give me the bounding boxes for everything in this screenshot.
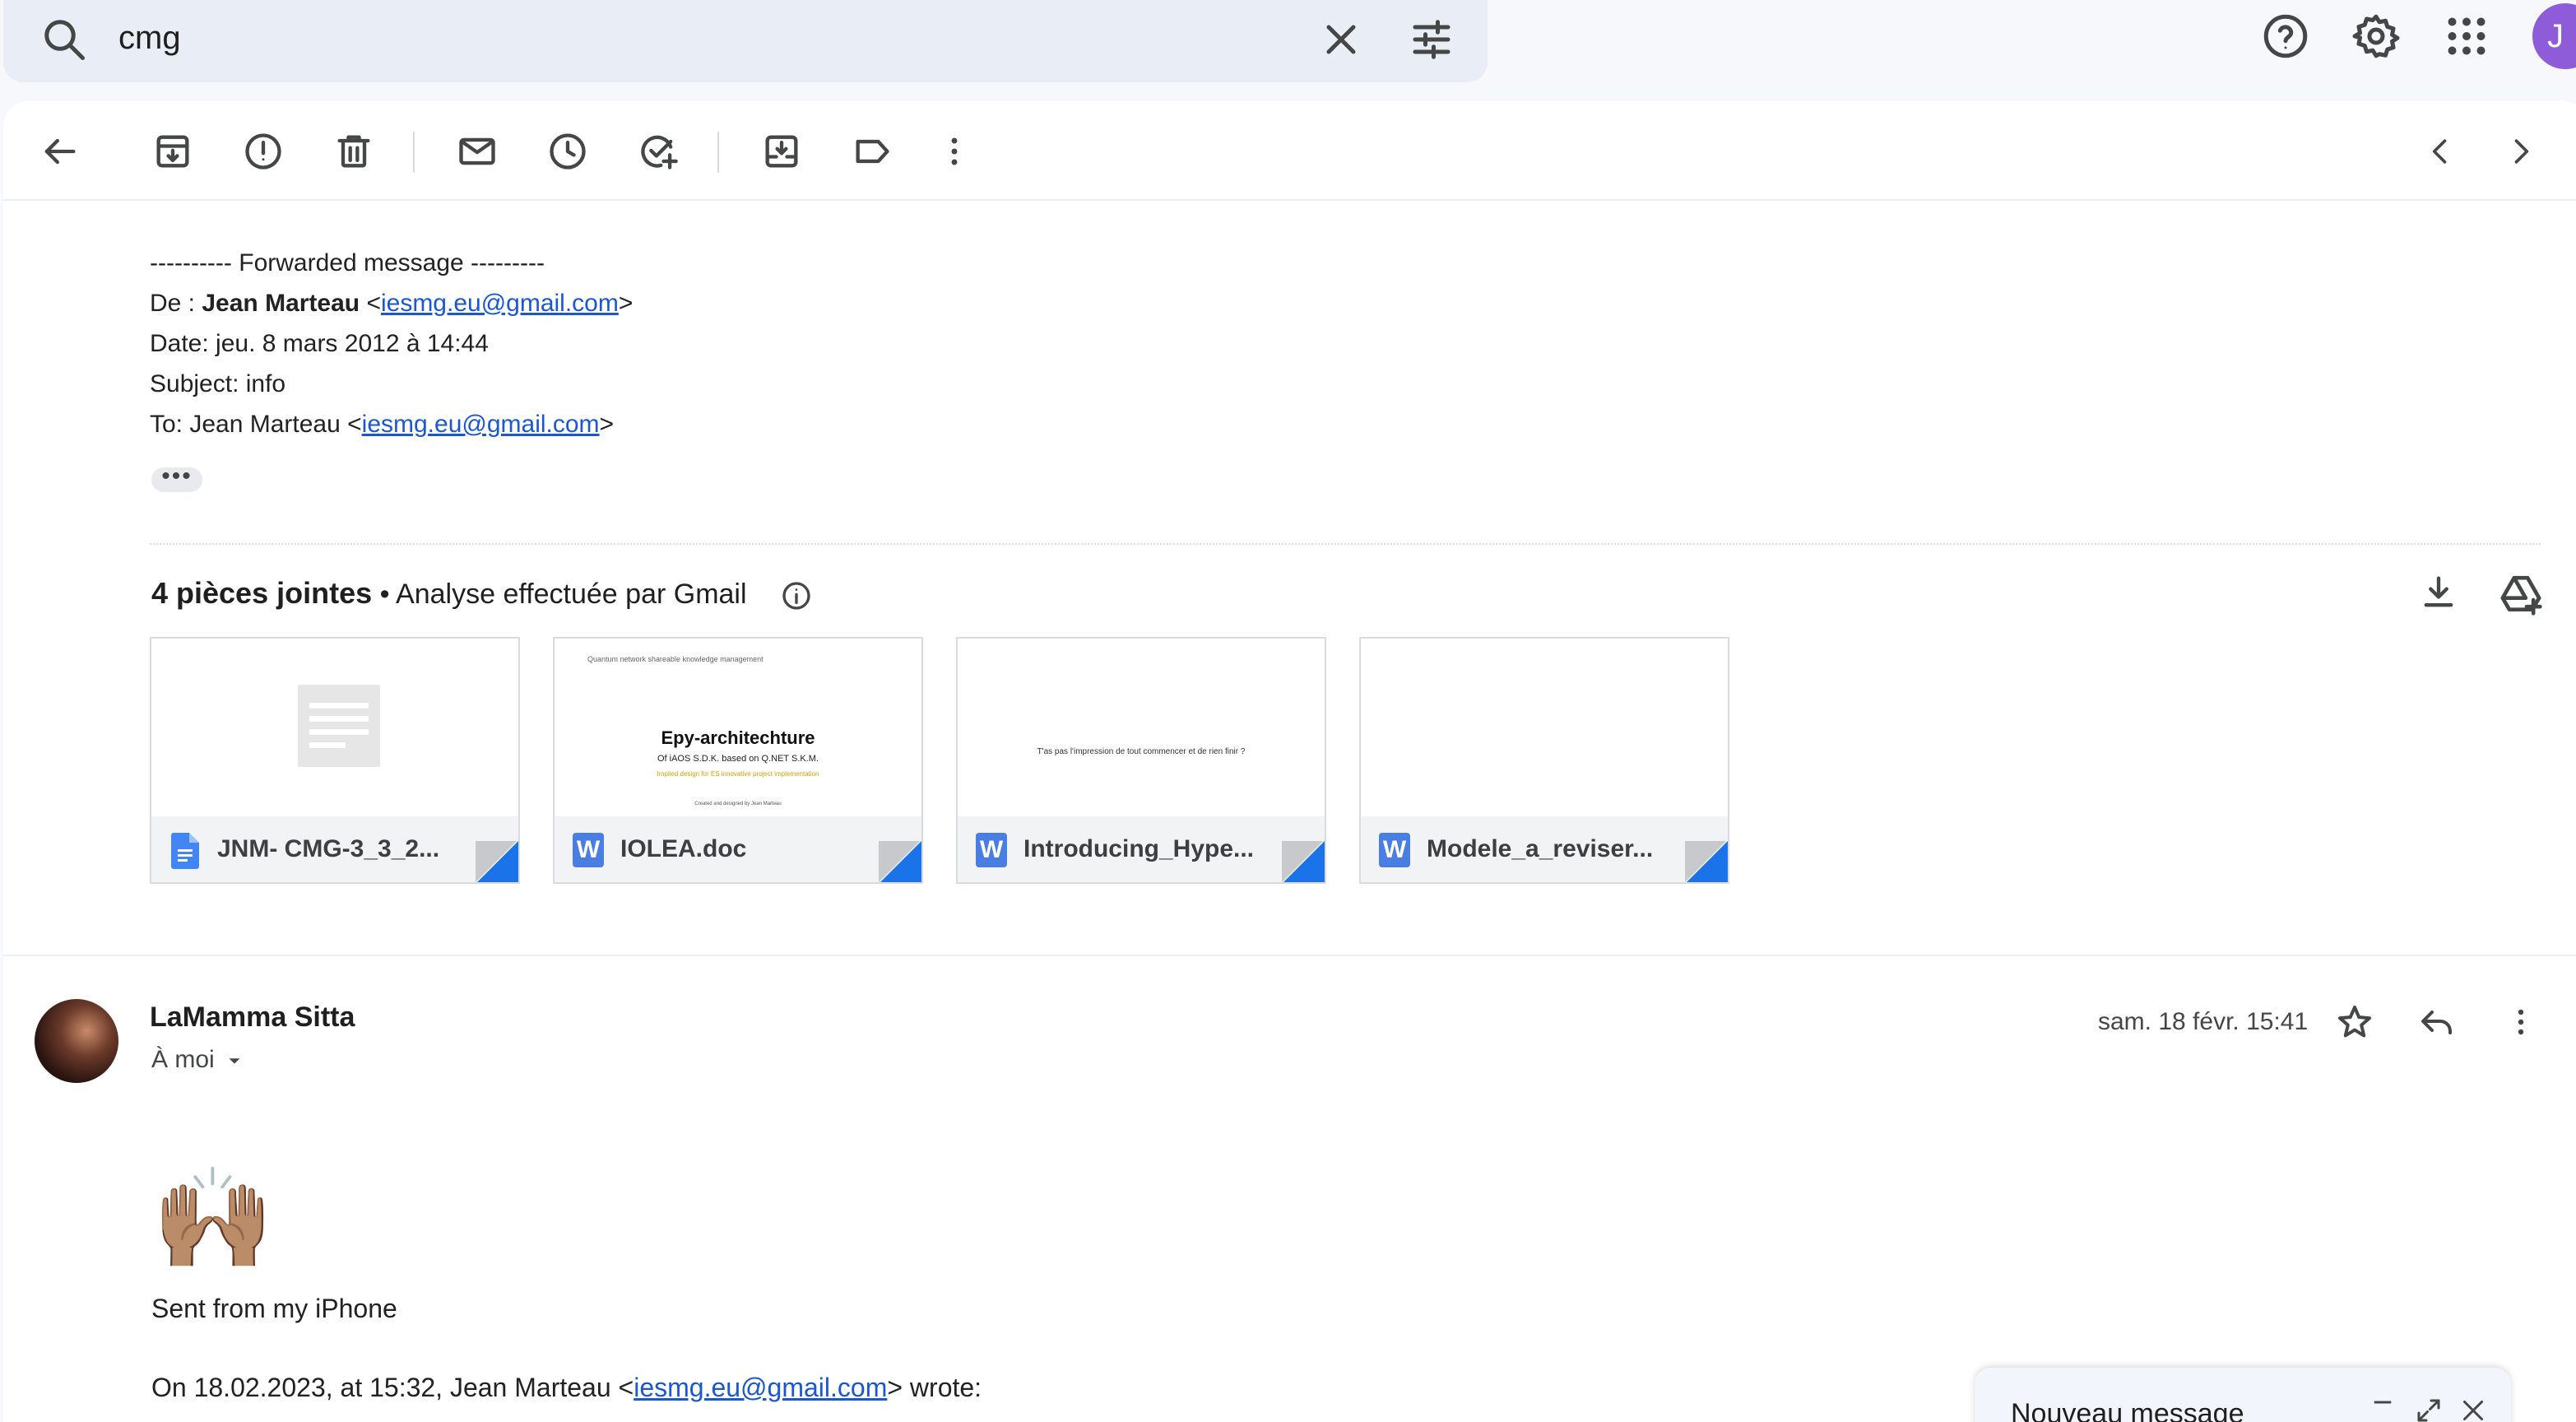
- compose-title[interactable]: Nouveau message: [2011, 1396, 2244, 1422]
- message-divider: [3, 955, 2576, 956]
- search-icon[interactable]: [39, 15, 89, 64]
- forwarded-to: To: Jean Marteau <iesmg.eu@gmail.com>: [150, 411, 615, 438]
- page-corner-icon: [1282, 841, 1325, 882]
- attachment-name: IOLEA.doc: [620, 835, 747, 862]
- attachment-name: Modele_a_reviser...: [1427, 835, 1654, 862]
- search-input[interactable]: cmg: [118, 15, 181, 61]
- previous-chevron-icon[interactable]: [2422, 133, 2458, 170]
- quote-email-link[interactable]: iesmg.eu@gmail.com: [634, 1373, 887, 1402]
- sender-name[interactable]: LaMamma Sitta: [150, 999, 355, 1035]
- clear-search-icon[interactable]: [1316, 15, 1366, 64]
- google-doc-icon: [171, 833, 199, 869]
- attachments-header: 4 pièces jointes • Analyse effectuée par…: [151, 576, 747, 610]
- download-all-icon[interactable]: [2417, 571, 2460, 614]
- account-avatar[interactable]: J: [2532, 3, 2576, 69]
- toolbar-divider-line: [3, 199, 2576, 201]
- minimize-icon[interactable]: [2368, 1392, 2397, 1422]
- archive-icon[interactable]: [151, 130, 194, 173]
- star-icon[interactable]: [2335, 1002, 2374, 1042]
- toolbar-divider: [413, 132, 415, 173]
- attachment-card-3[interactable]: T'as pas l'impression de tout commencer …: [956, 637, 1326, 884]
- apps-grid-icon[interactable]: [2442, 12, 2491, 61]
- toolbar-divider: [717, 132, 719, 173]
- forwarded-divider: ---------- Forwarded message ---------: [150, 249, 545, 276]
- attachment-card-4[interactable]: W Modele_a_reviser...: [1359, 637, 1729, 884]
- expand-icon[interactable]: [2414, 1396, 2444, 1422]
- attachment-preview: T'as pas l'impression de tout commencer …: [958, 639, 1325, 816]
- attachment-preview: Quantum network shareable knowledge mana…: [555, 639, 921, 816]
- message-more-vertical-icon[interactable]: [2501, 1002, 2541, 1042]
- forwarded-date: Date: jeu. 8 mars 2012 à 14:44: [150, 330, 489, 357]
- from-email-link[interactable]: iesmg.eu@gmail.com: [381, 290, 619, 317]
- document-placeholder-icon: [298, 685, 380, 767]
- attachment-name: Introducing_Hype...: [1023, 835, 1255, 862]
- more-vertical-icon[interactable]: [933, 130, 976, 173]
- info-icon[interactable]: [780, 579, 813, 612]
- page-corner-icon: [1685, 841, 1728, 882]
- back-arrow-icon[interactable]: [38, 130, 81, 173]
- message-date: sam. 18 févr. 15:41: [2098, 1008, 2309, 1035]
- add-task-icon[interactable]: [637, 130, 680, 173]
- close-compose-icon[interactable]: [2458, 1396, 2488, 1422]
- report-spam-icon[interactable]: [242, 130, 285, 173]
- quote-header: On 18.02.2023, at 15:32, Jean Marteau <i…: [151, 1373, 982, 1402]
- attachments-divider: [150, 543, 2541, 545]
- attachment-card-1[interactable]: JNM- CMG-3_3_2...: [150, 637, 520, 884]
- caret-down-icon[interactable]: [225, 1052, 244, 1070]
- page-corner-icon: [476, 841, 518, 882]
- forwarded-from: De : Jean Marteau <iesmg.eu@gmail.com>: [150, 290, 634, 317]
- recipient-details-toggle[interactable]: À moi: [151, 1043, 215, 1076]
- reply-icon[interactable]: [2417, 1002, 2457, 1042]
- signature-text: Sent from my iPhone: [151, 1294, 397, 1323]
- raising-hands-emoji: 🙌🏽: [151, 1162, 275, 1276]
- delete-trash-icon[interactable]: [332, 130, 375, 173]
- move-to-icon[interactable]: [760, 130, 803, 173]
- help-icon[interactable]: [2261, 12, 2310, 61]
- page-corner-icon: [879, 841, 921, 882]
- show-trimmed-content-button[interactable]: •••: [151, 464, 202, 492]
- attachment-preview: [1361, 639, 1728, 816]
- attachment-card-2[interactable]: Quantum network shareable knowledge mana…: [553, 637, 923, 884]
- snooze-clock-icon[interactable]: [546, 130, 589, 173]
- next-chevron-icon[interactable]: [2503, 133, 2539, 170]
- word-doc-icon: W: [573, 833, 604, 867]
- to-email-link[interactable]: iesmg.eu@gmail.com: [362, 411, 600, 438]
- word-doc-icon: W: [976, 833, 1007, 867]
- settings-gear-icon[interactable]: [2351, 12, 2401, 61]
- mark-unread-mail-icon[interactable]: [456, 130, 499, 173]
- attachment-name: JNM- CMG-3_3_2...: [217, 835, 440, 862]
- search-bar[interactable]: cmg: [3, 0, 1488, 82]
- search-options-icon[interactable]: [1407, 15, 1456, 64]
- forwarded-subject: Subject: info: [150, 370, 286, 397]
- compose-window[interactable]: Nouveau message: [1975, 1368, 2511, 1422]
- attachment-preview: [151, 639, 518, 816]
- label-tag-icon[interactable]: [851, 130, 893, 173]
- sender-avatar[interactable]: [35, 999, 118, 1083]
- message-panel: ---------- Forwarded message --------- D…: [3, 100, 2576, 1422]
- add-to-drive-icon[interactable]: [2498, 571, 2544, 617]
- word-doc-icon: W: [1379, 833, 1410, 867]
